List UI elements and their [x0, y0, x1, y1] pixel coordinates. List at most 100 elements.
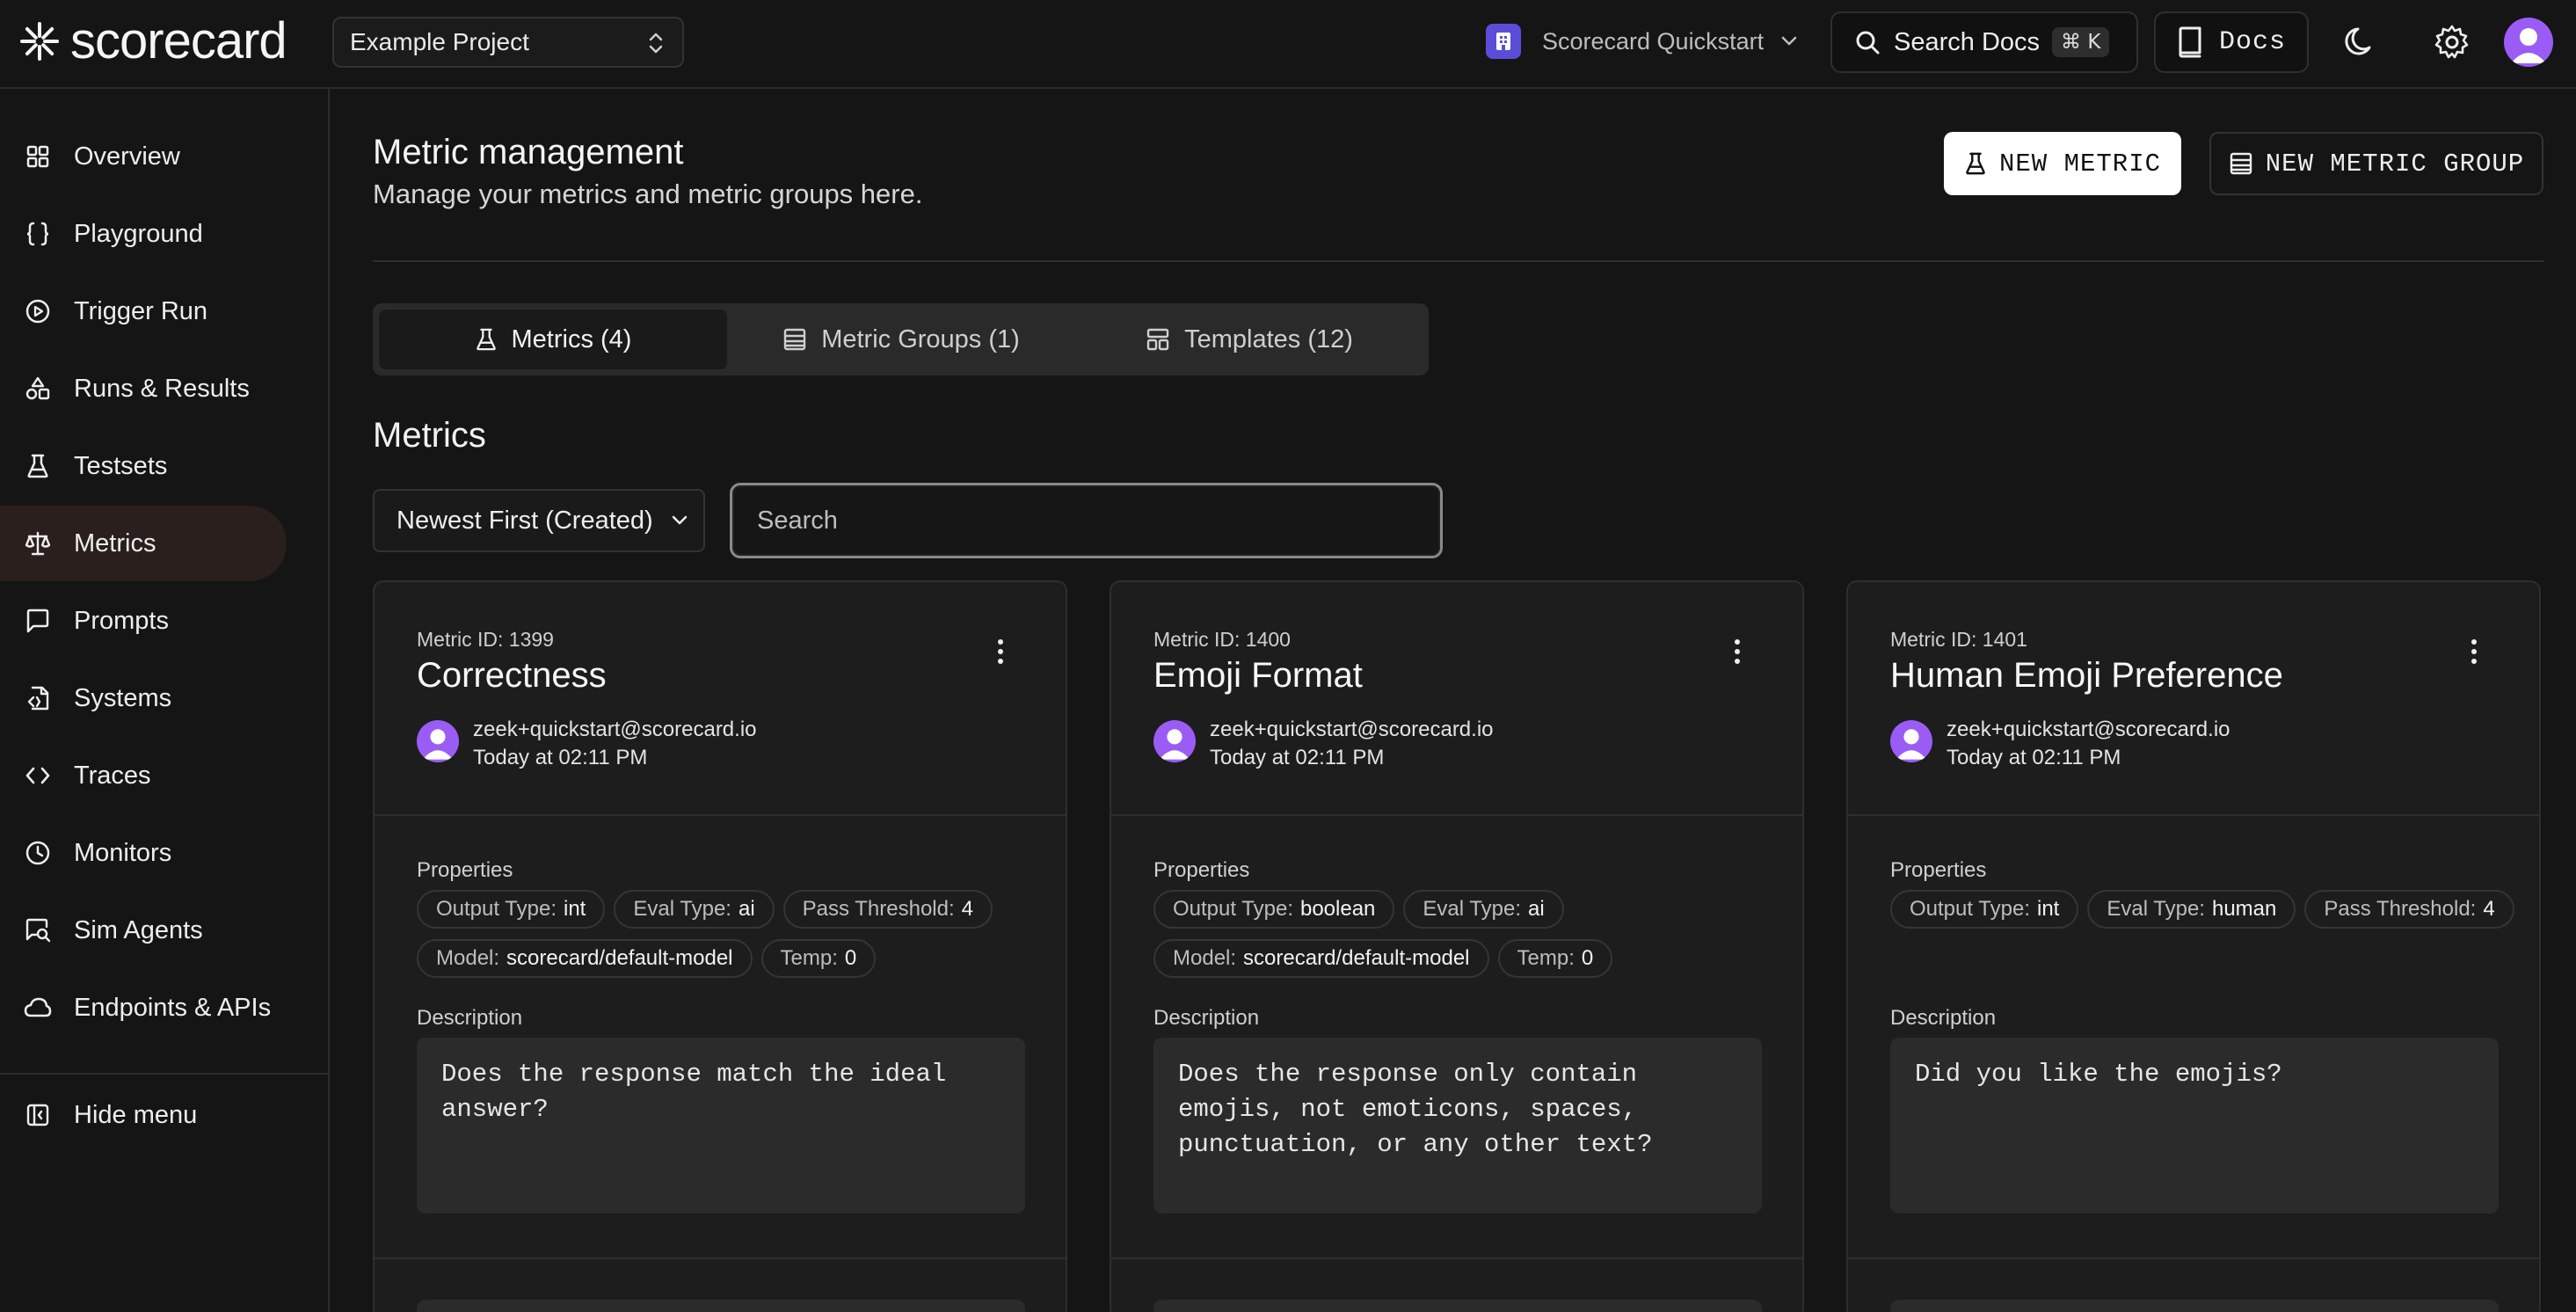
sidebar-item-runs-results[interactable]: Runs & Results — [0, 351, 287, 426]
metric-card[interactable]: Metric ID: 1400 Emoji Format zeek+quicks… — [1110, 580, 1804, 1312]
tab-metric-groups[interactable]: Metric Groups (1) — [727, 310, 1075, 369]
card-divider — [1111, 1257, 1802, 1259]
property-value: human — [2211, 897, 2277, 921]
sidebar-item-prompts[interactable]: Prompts — [0, 583, 287, 659]
property-chip: Eval Type: ai — [1403, 890, 1564, 929]
metric-id: Metric ID: 1401 — [1890, 628, 2027, 651]
scorecard-logo[interactable]: scorecard — [19, 16, 287, 67]
tab-label: Templates (12) — [1184, 324, 1353, 354]
project-selector[interactable]: Example Project — [332, 17, 684, 68]
chevron-down-icon — [1781, 36, 1797, 46]
flask-icon — [1966, 152, 1985, 175]
tab-metrics[interactable]: Metrics (4) — [379, 310, 727, 369]
property-value: int — [563, 897, 586, 921]
property-key: Pass Threshold: — [802, 897, 955, 921]
metric-card[interactable]: Metric ID: 1399 Correctness zeek+quickst… — [373, 580, 1067, 1312]
card-footer — [1153, 1300, 1762, 1312]
property-chip: Output Type: int — [417, 890, 606, 929]
property-key: Pass Threshold: — [2324, 897, 2477, 921]
sidebar-item-testsets[interactable]: Testsets — [0, 428, 287, 504]
shapes-icon — [23, 374, 53, 404]
property-chip: Temp: 0 — [760, 939, 877, 978]
card-footer — [417, 1300, 1025, 1312]
sidebar-item-label: Endpoints & APIs — [74, 993, 272, 1022]
list-icon — [783, 328, 806, 351]
property-key: Output Type: — [1910, 897, 2030, 921]
property-chip: Temp: 0 — [1497, 939, 1613, 978]
tab-label: Metrics (4) — [511, 324, 632, 354]
new-metric-button[interactable]: NEW METRIC — [1944, 132, 2181, 195]
user-icon — [1159, 729, 1190, 760]
main-content: Metric management Manage your metrics an… — [330, 89, 2576, 1312]
metric-timestamp: Today at 02:11 PM — [1210, 746, 1385, 769]
settings-button[interactable] — [2431, 21, 2473, 63]
sidebar-item-sim-agents[interactable]: Sim Agents — [0, 893, 287, 968]
description-label: Description — [417, 1006, 523, 1030]
scale-icon — [23, 528, 53, 558]
file-code-icon — [23, 683, 53, 713]
properties-label: Properties — [1890, 858, 1987, 882]
sidebar-item-label: Metrics — [74, 528, 156, 558]
property-key: Eval Type: — [2107, 897, 2205, 921]
metric-card[interactable]: Metric ID: 1401 Human Emoji Preference z… — [1846, 580, 2541, 1312]
metric-author: zeek+quickstart@scorecard.io — [473, 718, 757, 741]
sidebar-item-endpoints-apis[interactable]: Endpoints & APIs — [0, 970, 287, 1046]
project-name: Example Project — [350, 28, 529, 55]
chat-search-icon — [23, 915, 53, 945]
property-value: 4 — [961, 897, 973, 921]
docs-button[interactable]: Docs — [2154, 11, 2309, 73]
metric-name: Emoji Format — [1153, 656, 1363, 695]
page-title: Metric management — [373, 133, 684, 171]
hide-menu-button[interactable]: Hide menu — [0, 1077, 287, 1153]
sidebar-item-trigger-run[interactable]: Trigger Run — [0, 273, 287, 349]
brand-name: scorecard — [70, 12, 287, 69]
more-vertical-icon[interactable] — [1732, 638, 1743, 665]
keyboard-shortcut: ⌘ K — [2052, 27, 2110, 57]
tab-templates[interactable]: Templates (12) — [1075, 310, 1423, 369]
sidebar-item-overview[interactable]: Overview — [0, 119, 287, 194]
list-icon — [2230, 152, 2252, 175]
property-chip: Model: scorecard/default-model — [1153, 939, 1489, 978]
more-vertical-icon[interactable] — [995, 638, 1006, 665]
search-docs-button[interactable]: Search Docs ⌘ K — [1830, 11, 2138, 73]
property-value: scorecard/default-model — [1243, 946, 1470, 970]
metric-timestamp: Today at 02:11 PM — [1947, 746, 2121, 769]
org-selector[interactable]: Scorecard Quickstart — [1486, 21, 1799, 62]
sidebar-item-systems[interactable]: Systems — [0, 660, 287, 736]
description-text: Does the response match the ideal answer… — [417, 1038, 1025, 1214]
hide-menu-label: Hide menu — [74, 1100, 198, 1129]
gear-icon — [2434, 25, 2469, 59]
property-value: ai — [1528, 897, 1545, 921]
new-metric-group-button[interactable]: NEW METRIC GROUP — [2209, 132, 2543, 195]
braces-icon — [23, 219, 53, 249]
header-divider — [373, 260, 2543, 262]
metric-author: zeek+quickstart@scorecard.io — [1947, 718, 2230, 741]
search-input[interactable] — [730, 483, 1443, 558]
properties-list: Output Type: boolean Eval Type: ai Model: s… — [1153, 890, 1786, 978]
sidebar-item-label: Testsets — [74, 451, 168, 480]
theme-toggle-button[interactable] — [2340, 21, 2383, 63]
sidebar-divider — [0, 1073, 328, 1075]
user-avatar[interactable] — [2504, 18, 2553, 67]
sort-selector[interactable]: Newest First (Created) — [373, 489, 705, 552]
new-metric-label: NEW METRIC — [1998, 149, 2162, 179]
property-key: Model: — [436, 946, 500, 970]
properties-label: Properties — [417, 858, 513, 882]
more-vertical-icon[interactable] — [2469, 638, 2479, 665]
section-title: Metrics — [373, 416, 486, 455]
tab-bar: Metrics (4) Metric Groups (1) Templates … — [373, 303, 1429, 375]
sidebar-item-label: Overview — [74, 142, 180, 171]
sidebar-item-monitors[interactable]: Monitors — [0, 815, 287, 891]
sidebar-item-label: Monitors — [74, 838, 172, 867]
property-value: 0 — [1581, 946, 1594, 970]
metric-id: Metric ID: 1400 — [1153, 628, 1291, 651]
sidebar-item-playground[interactable]: Playground — [0, 196, 287, 272]
sidebar-item-traces[interactable]: Traces — [0, 738, 287, 813]
card-divider — [375, 814, 1066, 816]
org-name: Scorecard Quickstart — [1542, 27, 1765, 55]
sidebar-item-label: Sim Agents — [74, 915, 203, 944]
sidebar-item-label: Traces — [74, 761, 151, 790]
sidebar-item-metrics[interactable]: Metrics — [0, 506, 287, 581]
card-footer — [1890, 1300, 2499, 1312]
user-icon — [2511, 28, 2546, 63]
